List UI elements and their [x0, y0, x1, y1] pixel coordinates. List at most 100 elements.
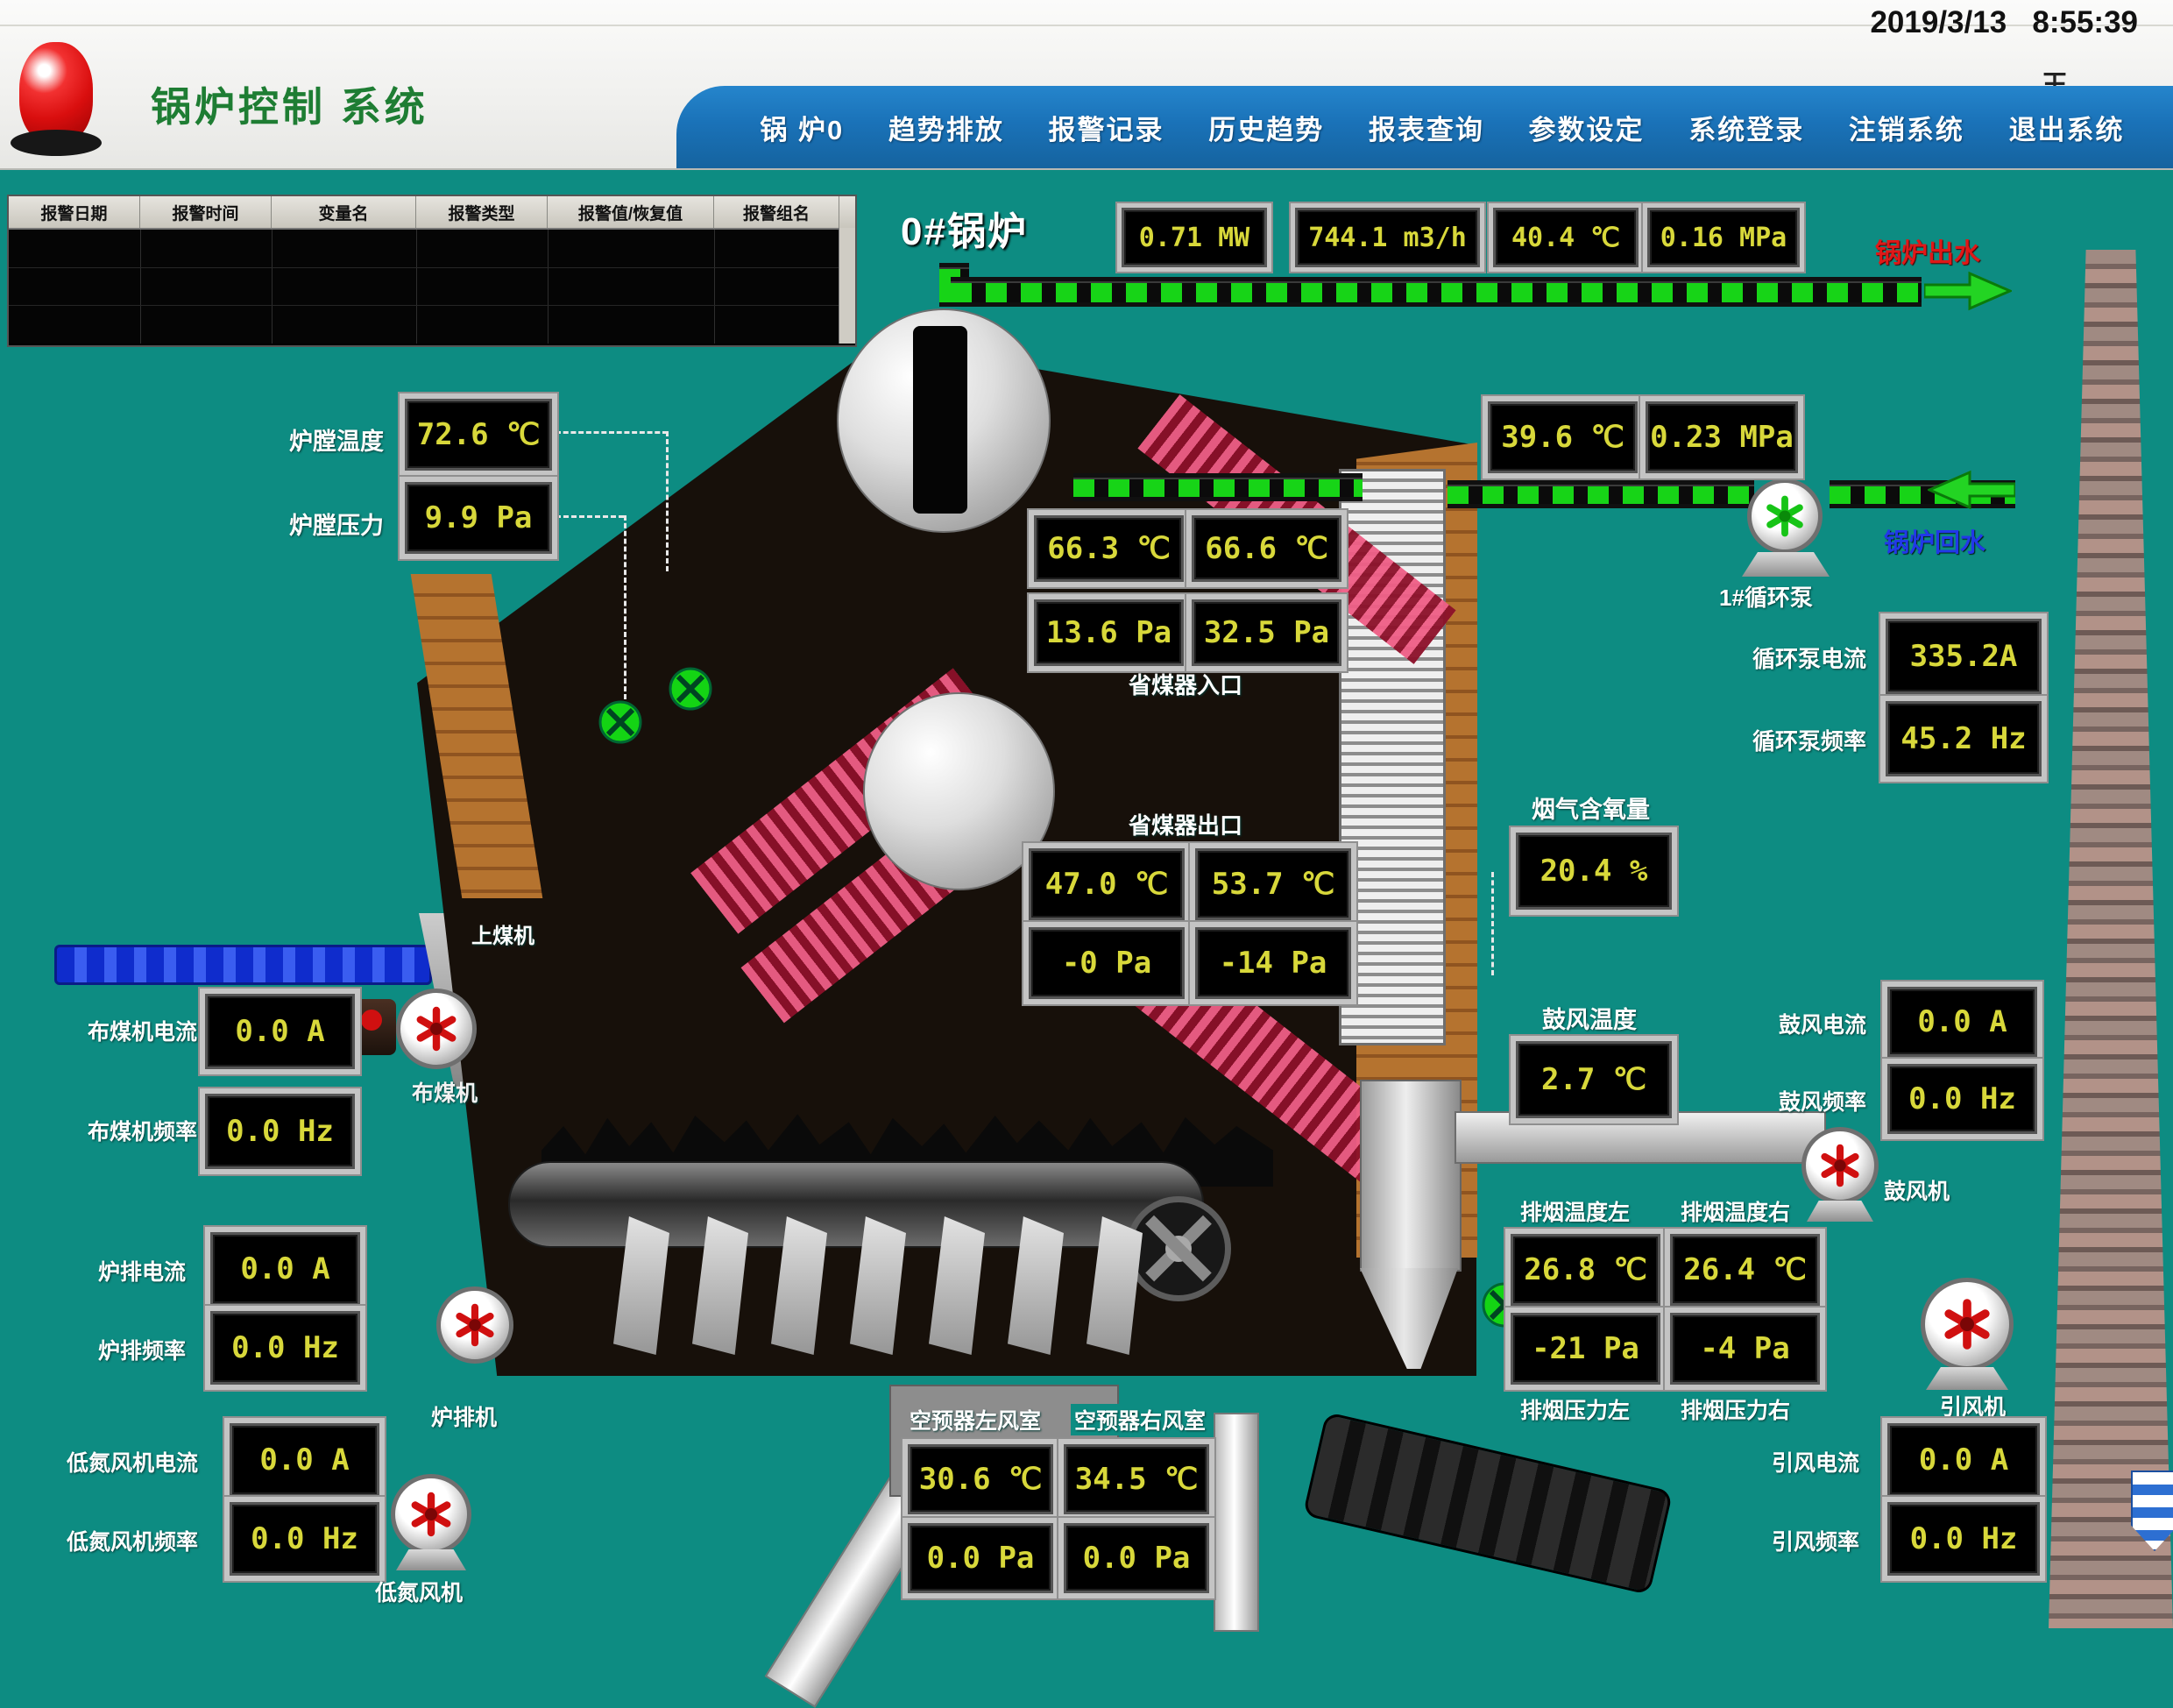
blast-current-display: 0.0 A — [1887, 987, 2037, 1057]
preheater-left-temp-display: 30.6 ℃ — [908, 1444, 1053, 1514]
blast-fan[interactable] — [1801, 1127, 1879, 1204]
nav-item-system-login[interactable]: 系统登录 — [1688, 108, 1804, 147]
coal-current-display: 0.0 A — [205, 994, 355, 1069]
outlet-flow-arrow-icon — [1924, 268, 2012, 314]
outlet-power-display: 0.71 MW — [1122, 208, 1267, 267]
nav-item-history-trend[interactable]: 历史趋势 — [1208, 108, 1324, 147]
return-flow-arrow-icon — [1928, 467, 2015, 513]
chimney-graphic — [2049, 250, 2173, 1628]
fan-impeller-icon — [1939, 1296, 1995, 1352]
grate-freq-display: 0.0 Hz — [210, 1311, 360, 1385]
pump-current-label: 循环泵电流 — [1752, 641, 1866, 674]
economizer-inlet-label: 省煤器入口 — [1129, 668, 1242, 700]
eco-outlet-temp-left-display: 47.0 ℃ — [1029, 848, 1185, 920]
pump-freq-label: 循环泵频率 — [1752, 724, 1866, 756]
eco-inlet-temp-right-display: 66.6 ℃ — [1192, 515, 1341, 582]
blast-freq-label: 鼓风频率 — [1779, 1085, 1866, 1116]
induced-current-label: 引风电流 — [1772, 1446, 1859, 1478]
eco-outlet-temp-right-display: 53.7 ℃ — [1195, 848, 1351, 920]
alarm-table-body — [9, 230, 855, 344]
outlet-temp-display: 40.4 ℃ — [1493, 208, 1639, 267]
exhaust-press-left-display: -21 Pa — [1511, 1313, 1660, 1385]
coal-machine-label: 布煤机 — [412, 1076, 478, 1108]
nav-item-trend-emission[interactable]: 趋势排放 — [888, 108, 1004, 147]
blast-freq-display: 0.0 Hz — [1887, 1064, 2037, 1134]
induced-fan[interactable] — [1921, 1278, 2014, 1371]
lown-freq-display: 0.0 Hz — [230, 1502, 379, 1576]
alarm-col-time: 报警时间 — [140, 196, 272, 228]
coal-distributor-fan[interactable] — [396, 989, 477, 1069]
valve-icon[interactable] — [668, 666, 713, 712]
induced-fan-label: 引风机 — [1940, 1390, 2006, 1421]
alarm-col-date: 报警日期 — [9, 196, 140, 228]
nav-item-exit[interactable]: 退出系统 — [2009, 108, 2125, 147]
coal-current-label: 布煤机电流 — [88, 1015, 197, 1046]
exhaust-temp-right-label: 排烟温度右 — [1681, 1195, 1790, 1227]
grate-machine-fan[interactable] — [436, 1286, 513, 1364]
oxygen-display: 20.4 % — [1516, 833, 1672, 910]
nav-item-alarm-record[interactable]: 报警记录 — [1049, 108, 1164, 147]
outlet-flow-display: 744.1 m3/h — [1295, 208, 1480, 267]
pump-current-display: 335.2A — [1886, 619, 2042, 694]
furnace-temp-label: 炉膛温度 — [289, 422, 384, 457]
eco-inlet-press-left-display: 13.6 Pa — [1034, 599, 1184, 666]
reference-line — [624, 515, 626, 699]
exhaust-press-right-display: -4 Pa — [1670, 1313, 1820, 1385]
fan-impeller-icon — [412, 1004, 461, 1053]
fan-impeller-icon — [407, 1490, 456, 1539]
blast-current-label: 鼓风电流 — [1779, 1008, 1866, 1039]
exhaust-press-right-label: 排烟压力右 — [1681, 1393, 1790, 1425]
grate-conveyor-graphic — [508, 1161, 1204, 1248]
eco-outlet-press-left-display: -0 Pa — [1029, 927, 1185, 999]
eco-inlet-temp-left-display: 66.3 ℃ — [1034, 515, 1184, 582]
pump-label: 1#循环泵 — [1719, 580, 1813, 613]
boiler-scada-screen: { "header": { "title": "锅炉控制 系统", "date"… — [0, 0, 2173, 1628]
return-temp-display: 39.6 ℃ — [1488, 401, 1638, 473]
reference-line — [556, 431, 668, 434]
outlet-water-pipe — [951, 277, 1922, 307]
low-nox-fan[interactable] — [391, 1474, 471, 1555]
return-pipe-left-segment — [1073, 473, 1363, 501]
alarm-table-scrollbar[interactable] — [839, 228, 855, 344]
mud-drum-graphic — [863, 692, 1055, 890]
return-water-label: 锅炉回水 — [1884, 522, 1985, 559]
flue-duct-graphic — [1455, 1111, 1826, 1164]
preheater-right-label: 空预器右风室 — [1071, 1404, 1209, 1435]
fan-impeller-icon — [1816, 1142, 1864, 1189]
outlet-water-label: 锅炉出水 — [1875, 231, 1980, 270]
alarm-col-variable: 变量名 — [272, 196, 416, 228]
air-pipe-right — [1214, 1413, 1259, 1632]
eco-inlet-press-right-display: 32.5 Pa — [1192, 599, 1341, 666]
nav-item-logout[interactable]: 注销系统 — [1849, 108, 1964, 147]
economizer-outlet-label: 省煤器出口 — [1129, 808, 1242, 840]
nav-item-report-query[interactable]: 报表查询 — [1369, 108, 1484, 147]
feeder-label: 上煤机 — [471, 918, 534, 949]
date-text: 2019/3/13 — [1870, 5, 2007, 39]
outlet-pressure-display: 0.16 MPa — [1647, 208, 1800, 267]
lown-fan-label: 低氮风机 — [375, 1576, 463, 1607]
return-pressure-display: 0.23 MPa — [1646, 401, 1798, 473]
furnace-temp-display: 72.6 ℃ — [405, 399, 552, 471]
alarm-col-type: 报警类型 — [416, 196, 548, 228]
coal-feed-pipe — [54, 945, 432, 985]
preheater-right-press-display: 0.0 Pa — [1064, 1523, 1209, 1593]
low-nox-fan-base — [396, 1549, 466, 1570]
header-bar: 锅炉控制 系统 2019/3/13 8:55:39 王 锅 炉0 趋势排放 报警… — [0, 0, 2173, 170]
slag-conveyor-graphic — [1303, 1412, 1674, 1595]
valve-icon[interactable] — [598, 699, 643, 745]
reference-line — [1491, 872, 1494, 975]
exhaust-temp-left-display: 26.8 ℃ — [1511, 1234, 1660, 1306]
nav-item-boiler0[interactable]: 锅 炉0 — [760, 108, 844, 147]
induced-current-display: 0.0 A — [1887, 1423, 2040, 1497]
blast-temp-display: 2.7 ℃ — [1516, 1041, 1672, 1118]
furnace-pressure-display: 9.9 Pa — [405, 482, 552, 554]
nav-item-parameter-setting[interactable]: 参数设定 — [1529, 108, 1645, 147]
lown-freq-label: 低氮风机频率 — [67, 1525, 198, 1556]
exhaust-temp-right-display: 26.4 ℃ — [1670, 1234, 1820, 1306]
coal-freq-label: 布煤机频率 — [88, 1115, 197, 1146]
grate-freq-label: 炉排频率 — [98, 1334, 186, 1365]
preheater-right-temp-display: 34.5 ℃ — [1064, 1444, 1209, 1514]
reference-line — [666, 431, 669, 571]
boiler-name-label: 0#锅炉 — [901, 200, 1028, 256]
eco-outlet-press-right-display: -14 Pa — [1195, 927, 1351, 999]
